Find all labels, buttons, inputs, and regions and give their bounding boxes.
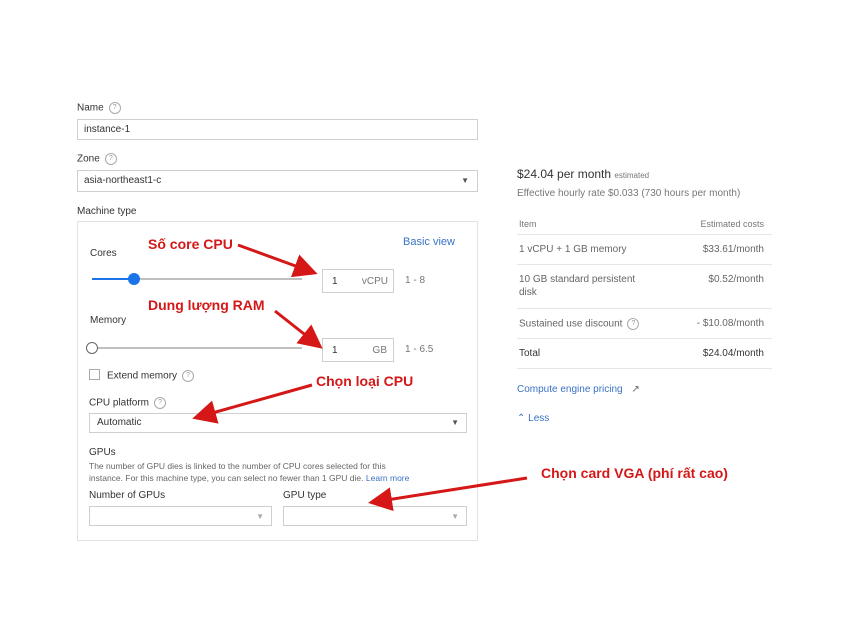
- annotation-cpu: Số core CPU: [148, 236, 233, 252]
- annotation-vga: Chọn card VGA (phí rất cao): [541, 465, 728, 481]
- annotation-ram: Dung lượng RAM: [148, 297, 265, 313]
- vga-arrow: [368, 476, 528, 512]
- annotation-cpu-type: Chọn loại CPU: [316, 373, 414, 389]
- cpu-arrow: [237, 243, 318, 278]
- annotation-arrows: [192, 243, 528, 512]
- ram-arrow: [274, 309, 323, 349]
- cpu-type-arrow: [192, 383, 313, 424]
